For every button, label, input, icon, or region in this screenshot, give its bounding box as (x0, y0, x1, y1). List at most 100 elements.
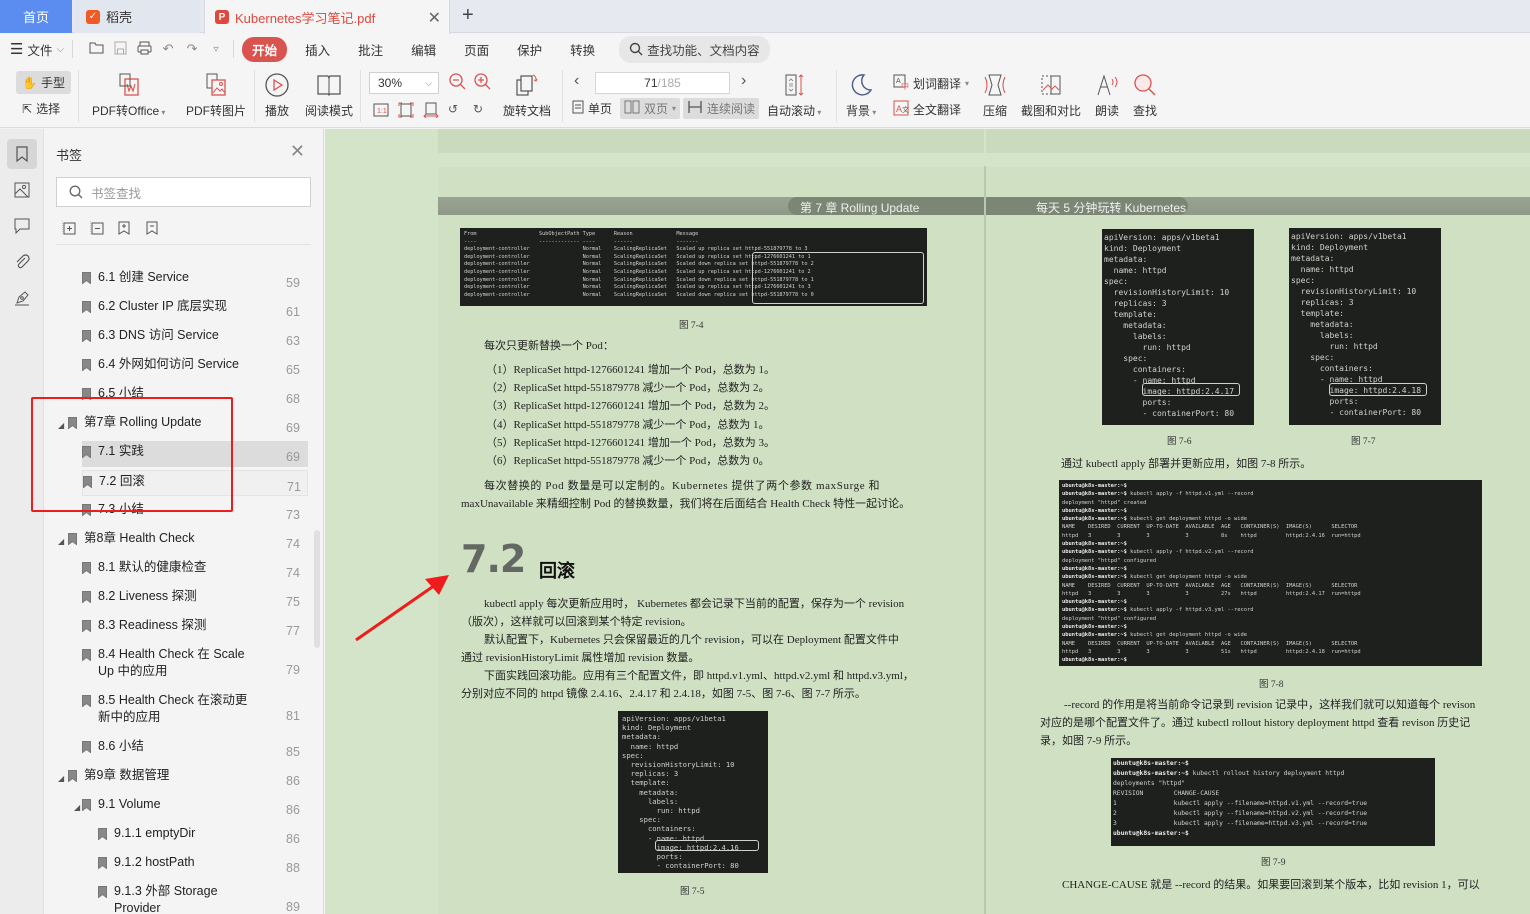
find-button[interactable]: 查找 (1132, 70, 1158, 119)
hand-tool-button[interactable]: ✋ 手型 (16, 71, 71, 94)
auto-scroll-label: 自动滚动 (767, 104, 816, 118)
bookmark-panel-icon[interactable] (7, 139, 37, 169)
right-page: 每天 5 分钟玩转 Kubernetes apiVersion: apps/v1… (986, 129, 1530, 914)
comment-icon[interactable] (7, 211, 37, 241)
bookmark-item[interactable]: 6.4 外网如何访问 Service 65 (44, 356, 309, 378)
tab-daoke-label: 稻壳 (106, 10, 133, 25)
next-page-icon[interactable]: › (741, 72, 746, 90)
word-translate-icon: A中 (893, 74, 909, 93)
add-bookmark-icon[interactable] (118, 221, 132, 235)
terminal-line: spec: (1104, 277, 1129, 286)
read-aloud-button[interactable]: 朗读 (1094, 70, 1120, 119)
terminal-line: ubuntu@k8s-master:~$ (1113, 760, 1189, 767)
zoom-level-select[interactable]: 30% ⌵ (369, 72, 439, 94)
bookmark-item[interactable]: ◢ 第9章 数据管理 86 (44, 767, 309, 789)
bookmark-flag-icon (82, 591, 91, 604)
collapse-all-icon[interactable] (90, 221, 104, 235)
tab-daoke[interactable]: ✓ 稻壳 (74, 0, 200, 33)
print-icon[interactable] (135, 41, 153, 58)
bookmark-label: 8.4 Health Check 在 Scale Up 中的应用 (98, 647, 245, 678)
bookmark-item[interactable]: 6.1 创建 Service 59 (44, 269, 309, 291)
file-menu[interactable]: ☰ 文件 ⌵ (10, 40, 64, 59)
tab-home[interactable]: 首页 (0, 0, 72, 33)
dropdown-caret-icon: ▾ (815, 108, 822, 117)
full-translate-button[interactable]: A 文全文翻译 (893, 100, 961, 119)
bookmark-item[interactable]: 6.3 DNS 访问 Service 63 (44, 327, 309, 349)
select-tool-button[interactable]: ⇱ 选择 (22, 100, 60, 117)
auto-scroll-button[interactable]: 自动滚动 ▾ (767, 70, 821, 119)
compress-button[interactable]: 压缩 (982, 70, 1008, 119)
plus-icon[interactable]: + (462, 4, 474, 27)
rotate-document-button[interactable]: 旋转文档 (503, 70, 551, 119)
bookmark-item[interactable]: 9.1.1 emptyDir 86 (44, 825, 309, 847)
apply-text: 通过 kubectl apply 部署并更新应用，如图 7-8 所示。 (1061, 458, 1312, 470)
bookmark-item[interactable]: ◢ 第8章 Health Check 74 (44, 530, 309, 552)
more-dropdown-icon[interactable]: ▿ (207, 44, 225, 55)
double-page-label: 双页 (644, 102, 669, 116)
expand-toggle-icon[interactable]: ◢ (58, 533, 64, 550)
bookmark-item[interactable]: 9.1.2 hostPath 88 (44, 854, 309, 876)
step-item: （5）ReplicaSet httpd-1276601241 增加一个 Pod，… (486, 436, 776, 449)
fit-width-icon[interactable] (423, 102, 439, 118)
bookmark-item[interactable]: 8.2 Liveness 探测 75 (44, 588, 309, 610)
expand-toggle-icon[interactable]: ◢ (74, 799, 80, 816)
terminal-line: spec: (1291, 276, 1316, 285)
tab-document[interactable]: P Kubernetes学习笔记.pdf ✕ (204, 0, 450, 34)
terminal-line: template: (1291, 309, 1344, 318)
word-translate-label: 划词翻译 (913, 77, 962, 91)
screenshot-compare-button[interactable]: 截图和对比 (1021, 70, 1081, 119)
bookmark-search-input[interactable]: 书签查找 (56, 177, 311, 207)
continuous-read-button[interactable]: 连续阅读 (683, 98, 760, 119)
double-page-button[interactable]: 双页 ▾ (620, 98, 681, 119)
actual-size-icon[interactable]: 1:1 (373, 102, 389, 118)
play-button[interactable]: 播放 (264, 70, 290, 119)
bookmark-item[interactable]: 8.3 Readiness 探测 77 (44, 617, 309, 639)
bookmark-page-number: 86 (286, 803, 300, 817)
menu-tab-convert[interactable]: 转换 (560, 37, 605, 62)
close-icon[interactable]: ✕ (290, 141, 305, 162)
save-icon[interactable] (111, 41, 129, 58)
expand-toggle-icon[interactable]: ◢ (58, 770, 64, 787)
open-folder-icon[interactable] (87, 41, 105, 57)
bookmark-item[interactable]: 6.2 Cluster IP 底层实现 61 (44, 298, 309, 320)
rotate-right-icon[interactable]: ↻ (473, 102, 483, 116)
menu-tab-protect[interactable]: 保护 (507, 37, 552, 62)
menu-tab-annotate[interactable]: 批注 (348, 37, 393, 62)
word-translate-button[interactable]: A 中划词翻译 ▾ (893, 74, 969, 93)
redo-icon[interactable]: ↷ (183, 41, 201, 57)
bookmark-item[interactable]: 8.1 默认的健康检查 74 (44, 559, 309, 581)
attachment-icon[interactable] (7, 247, 37, 277)
expand-all-icon[interactable] (62, 221, 76, 235)
menu-tab-insert[interactable]: 插入 (295, 37, 340, 62)
menu-tab-edit[interactable]: 编辑 (401, 37, 446, 62)
bookmark-item[interactable]: 9.1.3 外部 Storage Provider 89 (44, 883, 309, 914)
background-button[interactable]: 背景 ▾ (846, 70, 876, 119)
close-icon[interactable]: ✕ (428, 8, 441, 28)
single-page-button[interactable]: 单页 (572, 100, 612, 117)
undo-icon[interactable]: ↶ (159, 41, 177, 57)
document-view[interactable]: 第 7 章 Rolling Update From SubObjectPath … (325, 129, 1530, 914)
page-number-input[interactable]: 71/185 (595, 72, 730, 94)
pdf-to-office-button[interactable]: PDF转Office ▾ (92, 70, 165, 119)
signature-pen-icon[interactable] (7, 283, 37, 313)
rotate-left-icon[interactable]: ↺ (448, 102, 458, 116)
bookmark-item[interactable]: 8.5 Health Check 在滚动更新中的应用 81 (44, 692, 309, 726)
delete-bookmark-icon[interactable] (146, 221, 160, 235)
chevron-down-icon: ⌵ (425, 77, 432, 88)
bookmark-item[interactable]: ◢ 9.1 Volume 86 (44, 796, 309, 818)
thumbnail-image-icon[interactable] (7, 175, 37, 205)
pdf-to-image-button[interactable]: PDF转图片 (186, 70, 246, 119)
feature-search[interactable]: 查找功能、文档内容 (619, 35, 770, 63)
bookmark-scrollbar[interactable] (314, 530, 320, 648)
figure-7-8-caption: 图 7-8 (1259, 680, 1284, 690)
read-mode-button[interactable]: 阅读模式 (305, 70, 353, 119)
zoom-out-icon[interactable] (448, 72, 468, 92)
fit-page-icon[interactable] (398, 102, 414, 118)
terminal-line: metadata: (1291, 254, 1335, 263)
zoom-in-icon[interactable] (473, 72, 493, 92)
menu-tab-page[interactable]: 页面 (454, 37, 499, 62)
menu-tab-start[interactable]: 开始 (242, 36, 288, 62)
bookmark-item[interactable]: 8.6 小结 85 (44, 738, 309, 760)
previous-page-icon[interactable]: ‹ (574, 72, 579, 90)
bookmark-item[interactable]: 8.4 Health Check 在 Scale Up 中的应用 79 (44, 646, 309, 680)
